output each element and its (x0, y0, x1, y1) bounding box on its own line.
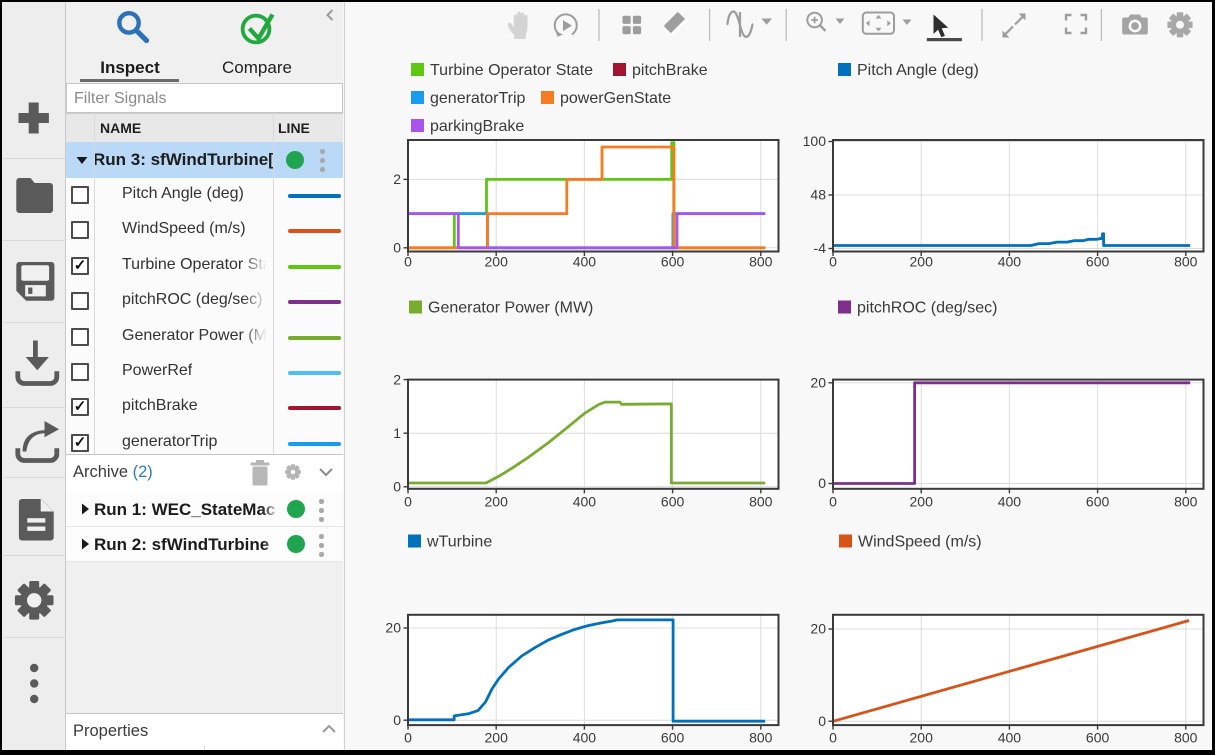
svg-text:600: 600 (661, 494, 685, 510)
svg-text:Turbine Operator State: Turbine Operator State (430, 62, 593, 79)
svg-text:600: 600 (661, 730, 685, 746)
svg-text:parkingBrake: parkingBrake (430, 118, 524, 135)
svg-text:20: 20 (810, 621, 826, 637)
svg-text:0: 0 (404, 730, 412, 746)
svg-text:20: 20 (810, 375, 826, 391)
svg-text:800: 800 (1174, 730, 1198, 746)
svg-text:200: 200 (485, 730, 509, 746)
svg-text:Pitch Angle (deg): Pitch Angle (deg) (857, 62, 979, 79)
svg-text:0: 0 (818, 713, 826, 729)
svg-text:20: 20 (385, 620, 401, 636)
svg-text:200: 200 (910, 494, 934, 510)
svg-text:2: 2 (393, 371, 401, 387)
svg-text:400: 400 (573, 730, 597, 746)
svg-text:-4: -4 (814, 240, 827, 256)
svg-text:0: 0 (404, 254, 412, 270)
svg-text:600: 600 (1086, 254, 1110, 270)
svg-text:200: 200 (485, 494, 509, 510)
svg-text:400: 400 (573, 494, 597, 510)
svg-text:200: 200 (910, 254, 934, 270)
svg-text:0: 0 (393, 479, 401, 495)
svg-text:200: 200 (910, 730, 934, 746)
svg-text:800: 800 (749, 730, 773, 746)
svg-text:powerGenState: powerGenState (560, 90, 671, 107)
svg-text:200: 200 (485, 254, 509, 270)
svg-text:600: 600 (1086, 730, 1110, 746)
svg-text:800: 800 (749, 494, 773, 510)
svg-text:0: 0 (404, 494, 412, 510)
svg-text:0: 0 (829, 494, 837, 510)
svg-text:400: 400 (573, 254, 597, 270)
svg-text:600: 600 (1086, 494, 1110, 510)
svg-text:600: 600 (661, 254, 685, 270)
svg-text:800: 800 (1174, 254, 1198, 270)
svg-text:wTurbine: wTurbine (426, 534, 492, 551)
svg-text:Generator Power (MW): Generator Power (MW) (428, 300, 593, 317)
svg-text:generatorTrip: generatorTrip (430, 90, 526, 107)
svg-text:400: 400 (998, 254, 1022, 270)
svg-text:400: 400 (998, 494, 1022, 510)
svg-text:0: 0 (829, 730, 837, 746)
svg-text:48: 48 (810, 187, 826, 203)
svg-text:0: 0 (829, 254, 837, 270)
svg-text:0: 0 (393, 240, 401, 256)
svg-text:WindSpeed (m/s): WindSpeed (m/s) (858, 534, 982, 551)
svg-text:2: 2 (393, 171, 401, 187)
svg-text:400: 400 (998, 730, 1022, 746)
svg-text:800: 800 (749, 254, 773, 270)
svg-text:0: 0 (818, 475, 826, 491)
svg-text:pitchROC (deg/sec): pitchROC (deg/sec) (857, 300, 998, 317)
svg-text:1: 1 (393, 425, 401, 441)
svg-text:800: 800 (1174, 494, 1198, 510)
svg-text:0: 0 (393, 712, 401, 728)
svg-text:pitchBrake: pitchBrake (632, 62, 708, 79)
svg-text:100: 100 (803, 133, 827, 149)
